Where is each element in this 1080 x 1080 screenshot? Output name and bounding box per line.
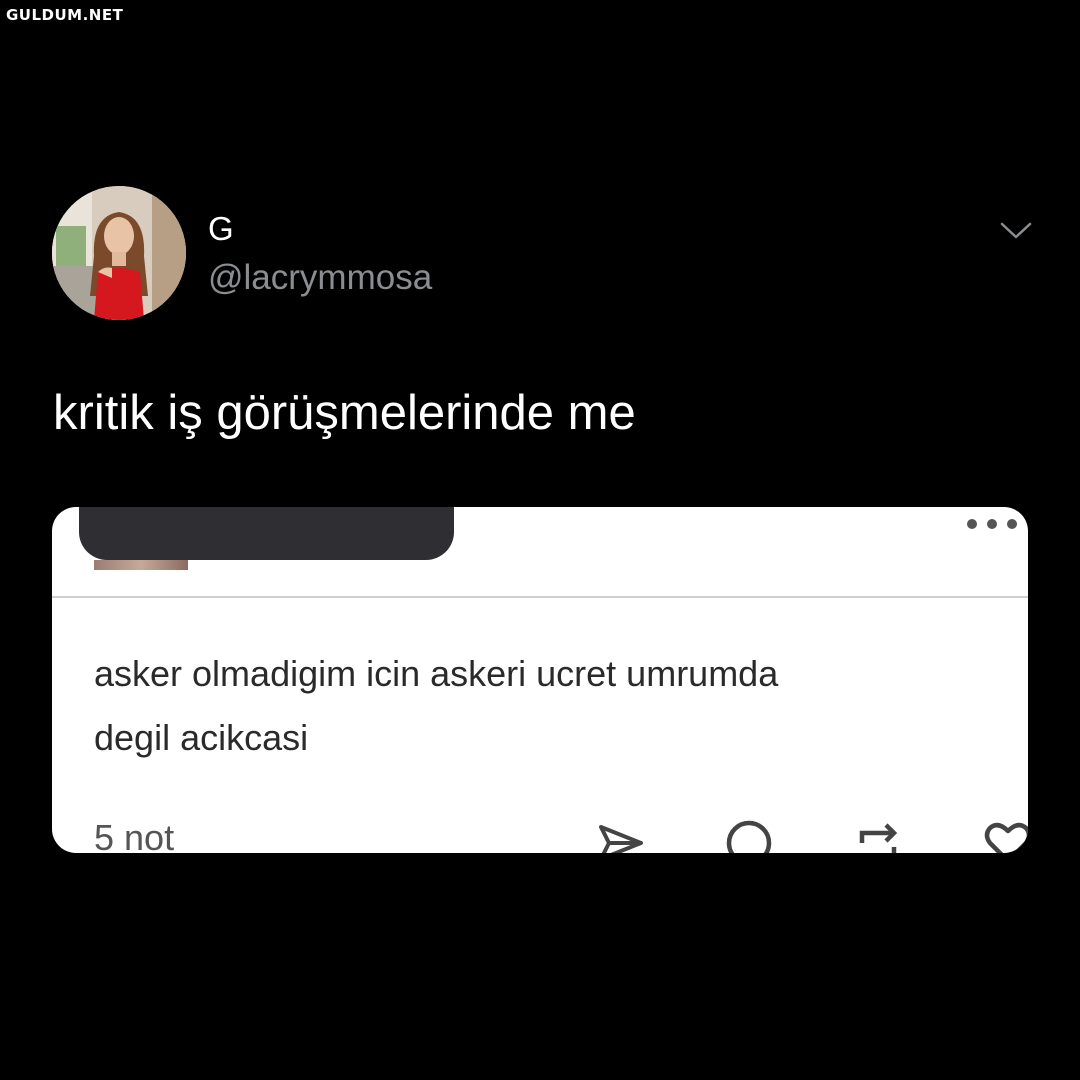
post-text: asker olmadigim icin askeri ucret umrumd… — [94, 653, 779, 758]
notes-count[interactable]: 5 not — [94, 817, 174, 853]
post-avatar — [94, 560, 188, 570]
tweet-text: kritik iş görüşmelerinde me — [53, 386, 636, 440]
site-watermark: GULDUM.NET — [6, 6, 124, 24]
embedded-post-card: asker olmadigim icin askeri ucret umrumd… — [52, 507, 1028, 853]
more-dots-icon[interactable] — [965, 517, 1019, 531]
redaction-bar — [79, 507, 454, 560]
profile-photo — [52, 186, 186, 320]
reblog-icon[interactable] — [852, 815, 904, 853]
comment-icon[interactable] — [723, 815, 775, 853]
send-icon[interactable] — [595, 815, 647, 853]
chevron-down-icon[interactable] — [998, 218, 1034, 242]
user-handle[interactable]: @lacrymmosa — [208, 258, 432, 298]
card-divider — [52, 596, 1028, 598]
avatar[interactable] — [52, 186, 186, 320]
display-name[interactable]: G — [208, 210, 234, 248]
heart-icon[interactable] — [982, 815, 1028, 853]
